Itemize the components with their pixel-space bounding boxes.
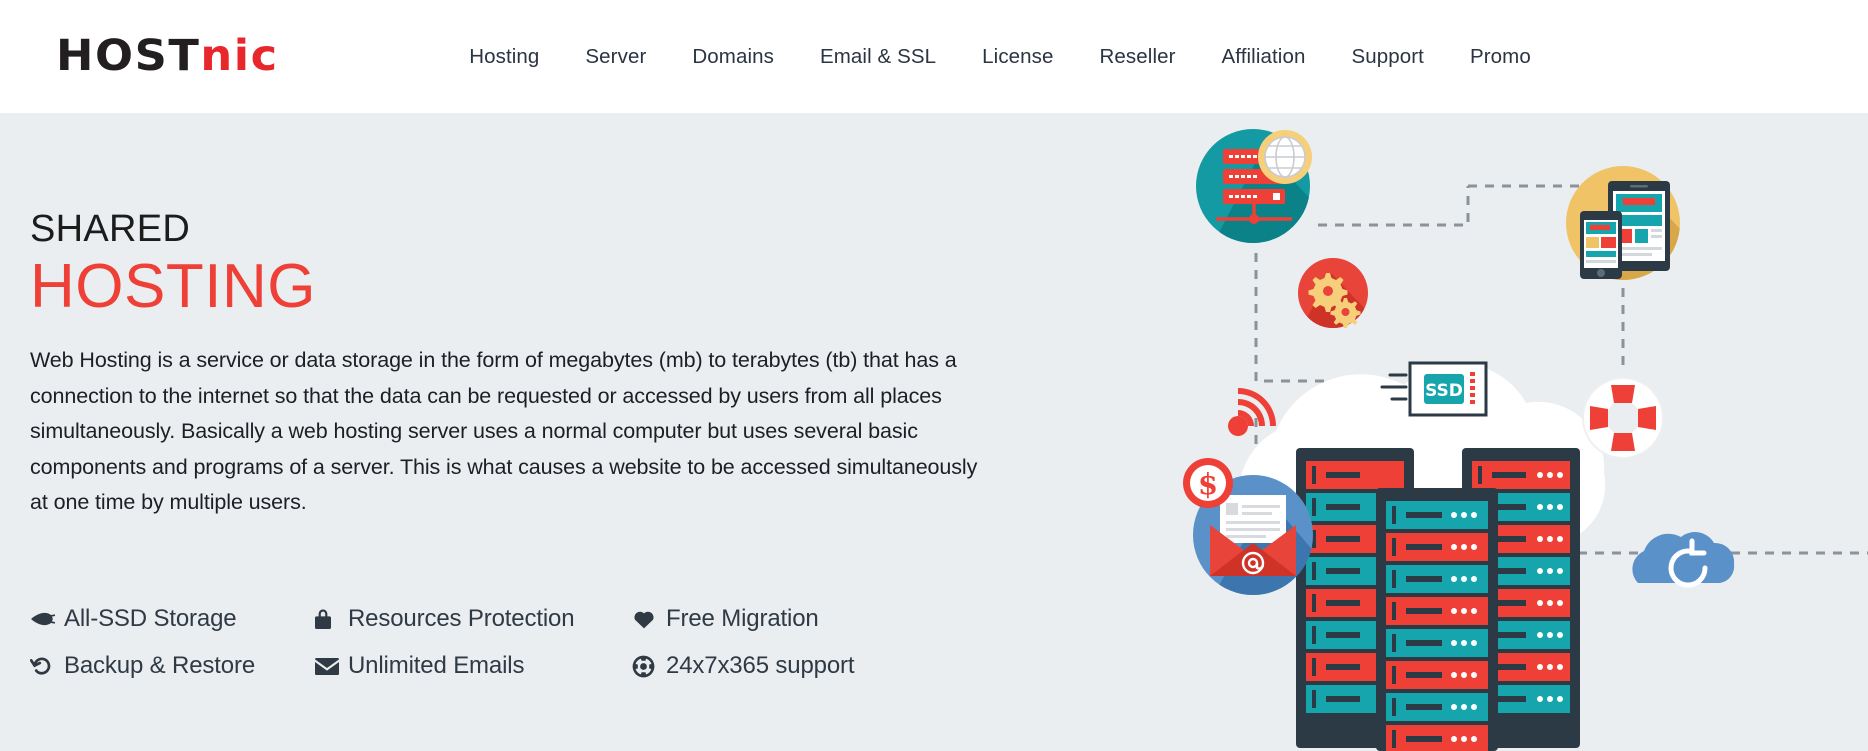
site-header: HOSTNIC Hosting Server Domains Email & SSL L… bbox=[0, 0, 1868, 113]
feature-item: Resources Protection bbox=[314, 605, 632, 633]
page-title: HOSTING bbox=[30, 252, 316, 322]
wifi-signal-icon bbox=[1228, 388, 1276, 436]
gears-node bbox=[1298, 258, 1368, 328]
nav-item-promo[interactable]: Promo bbox=[1447, 35, 1554, 79]
feature-row: All-SSD Storage Resources Protection Free … bbox=[30, 605, 1030, 633]
feature-label: Resources Protection bbox=[348, 605, 575, 632]
hero-description: Web Hosting is a service or data storage… bbox=[30, 348, 978, 515]
hero-eyebrow: SHARED bbox=[30, 208, 191, 250]
hero-copy-block: SHARED HOSTING Web Hosting is a service … bbox=[30, 208, 1170, 521]
datacenter-node bbox=[1296, 448, 1580, 751]
nav-item-affiliation[interactable]: Affiliation bbox=[1199, 35, 1329, 79]
feature-item: Backup & Restore bbox=[30, 652, 314, 680]
rotate-left-icon bbox=[30, 655, 64, 677]
feature-label: Backup & Restore bbox=[64, 652, 256, 679]
wifi-node bbox=[1228, 388, 1276, 436]
feature-row: Backup & Restore Unlimited Emails 24x7x365… bbox=[30, 652, 1030, 680]
feature-item: 24x7x365 support bbox=[632, 652, 932, 680]
lock-icon bbox=[314, 608, 348, 630]
ssd-badge-label: SSD bbox=[1425, 381, 1463, 401]
nav-item-email-ssl[interactable]: Email & SSL bbox=[797, 35, 959, 79]
money-badge-label: $ bbox=[1198, 467, 1218, 501]
support-node bbox=[1582, 377, 1664, 459]
feature-label: All-SSD Storage bbox=[64, 605, 237, 632]
nav-item-license[interactable]: License bbox=[959, 35, 1076, 79]
feature-item: All-SSD Storage bbox=[30, 605, 314, 633]
feature-item: Unlimited Emails bbox=[314, 652, 632, 680]
nav-item-server[interactable]: Server bbox=[562, 35, 669, 79]
nav-item-domains[interactable]: Domains bbox=[669, 35, 797, 79]
cloud-backup-node bbox=[1632, 532, 1735, 588]
plane-icon bbox=[30, 609, 64, 629]
feature-label: Free Migration bbox=[666, 605, 819, 632]
feature-label: Unlimited Emails bbox=[348, 652, 525, 679]
nav-item-support[interactable]: Support bbox=[1328, 35, 1447, 79]
envelope-icon bbox=[314, 657, 348, 676]
nav-item-reseller[interactable]: Reseller bbox=[1077, 35, 1199, 79]
heart-icon bbox=[632, 608, 666, 630]
feature-list: All-SSD Storage Resources Protection Free … bbox=[30, 605, 1030, 699]
brand-logo[interactable]: HOSTNIC bbox=[56, 35, 279, 78]
globe-badge-icon bbox=[1258, 130, 1312, 184]
nav-item-hosting[interactable]: Hosting bbox=[446, 35, 562, 79]
hosting-illustration: SSD $ bbox=[1168, 113, 1868, 751]
money-badge-icon: $ bbox=[1183, 458, 1233, 508]
cloud-restore-icon bbox=[1632, 532, 1735, 588]
hero-section: SHARED HOSTING Web Hosting is a service … bbox=[0, 113, 1868, 751]
server-globe-node bbox=[1196, 129, 1312, 243]
devices-node bbox=[1566, 166, 1680, 280]
envelope-at-icon bbox=[1210, 495, 1296, 576]
life-ring-icon bbox=[632, 655, 666, 678]
feature-item: Free Migration bbox=[632, 605, 932, 633]
life-ring-icon bbox=[1582, 377, 1664, 459]
logo-text-dark: HOST bbox=[56, 31, 201, 81]
feature-label: 24x7x365 support bbox=[666, 652, 855, 679]
main-navigation: Hosting Server Domains Email & SSL License Re… bbox=[446, 35, 1554, 79]
logo-text-accent: NIC bbox=[200, 31, 279, 81]
